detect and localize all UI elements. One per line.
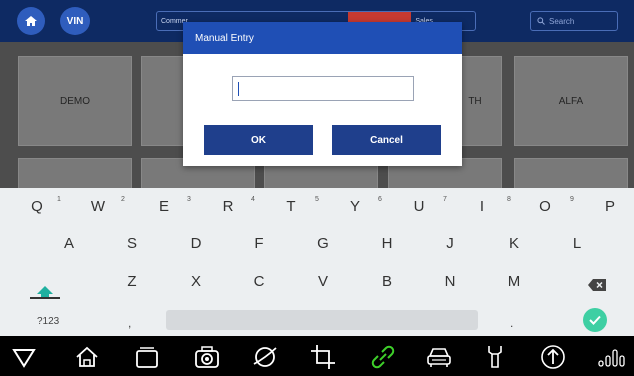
crop-icon[interactable]	[308, 342, 338, 372]
key-z[interactable]: Z	[117, 273, 147, 290]
search-input[interactable]: Search	[530, 11, 618, 31]
key-hint: 9	[570, 196, 574, 203]
wrench-icon[interactable]	[480, 342, 510, 372]
key-i[interactable]: I	[467, 198, 497, 215]
key-n[interactable]: N	[435, 273, 465, 290]
key-q[interactable]: Q	[22, 198, 52, 215]
comma-key[interactable]: ,	[128, 316, 131, 330]
search-placeholder: Search	[549, 16, 575, 26]
back-icon[interactable]	[9, 342, 39, 372]
shift-key-icon[interactable]	[30, 283, 60, 303]
key-l[interactable]: L	[562, 235, 592, 252]
ok-button[interactable]: OK	[204, 125, 313, 155]
system-nav-bar	[0, 336, 634, 376]
key-hint: 3	[187, 196, 191, 203]
home-button[interactable]	[17, 7, 45, 35]
key-w[interactable]: W	[83, 198, 113, 215]
key-d[interactable]: D	[181, 235, 211, 252]
key-o[interactable]: O	[530, 198, 560, 215]
key-v[interactable]: V	[308, 273, 338, 290]
symbols-key[interactable]: ?123	[37, 316, 59, 327]
ok-label: OK	[251, 134, 266, 146]
manual-entry-input[interactable]	[232, 76, 414, 101]
key-h[interactable]: H	[372, 235, 402, 252]
key-e[interactable]: E	[149, 198, 179, 215]
soft-keyboard: Q 1 W 2 E 3 R 4 T 5 Y 6 U 7 I 8 O 9 P A …	[0, 188, 634, 336]
key-hint: 4	[251, 196, 255, 203]
key-a[interactable]: A	[54, 235, 84, 252]
browser-icon[interactable]	[250, 342, 280, 372]
key-r[interactable]: R	[213, 198, 243, 215]
backspace-icon[interactable]	[587, 278, 607, 292]
key-u[interactable]: U	[404, 198, 434, 215]
camera-icon[interactable]	[192, 342, 222, 372]
key-s[interactable]: S	[117, 235, 147, 252]
car-icon[interactable]	[424, 342, 454, 372]
key-x[interactable]: X	[181, 273, 211, 290]
key-f[interactable]: F	[244, 235, 274, 252]
key-hint: 1	[57, 196, 61, 203]
link-icon[interactable]	[368, 342, 398, 372]
manual-entry-dialog: Manual Entry OK Cancel	[183, 22, 462, 166]
recents-icon[interactable]	[132, 342, 162, 372]
vin-label: VIN	[66, 15, 84, 27]
key-j[interactable]: J	[435, 235, 465, 252]
screen: VIN Commer Sales Search DEMO TH ALFA Man…	[0, 0, 634, 376]
period-key[interactable]: .	[510, 316, 513, 330]
key-hint: 5	[315, 196, 319, 203]
key-hint: 8	[507, 196, 511, 203]
checkmark-icon	[589, 315, 601, 325]
key-m[interactable]: M	[499, 273, 529, 290]
text-cursor	[238, 81, 239, 96]
search-icon	[537, 17, 545, 25]
vin-button[interactable]: VIN	[60, 7, 90, 35]
key-c[interactable]: C	[244, 273, 274, 290]
key-k[interactable]: K	[499, 235, 529, 252]
key-t[interactable]: T	[276, 198, 306, 215]
shift-underline	[30, 297, 60, 299]
key-hint: 7	[443, 196, 447, 203]
signal-icon[interactable]	[596, 342, 626, 372]
home-icon	[25, 16, 37, 26]
cancel-label: Cancel	[370, 134, 403, 146]
cancel-button[interactable]: Cancel	[332, 125, 441, 155]
space-bar[interactable]	[166, 310, 478, 330]
home-icon[interactable]	[72, 342, 102, 372]
key-b[interactable]: B	[372, 273, 402, 290]
key-y[interactable]: Y	[340, 198, 370, 215]
key-g[interactable]: G	[308, 235, 338, 252]
upload-icon[interactable]	[538, 342, 568, 372]
key-p[interactable]: P	[595, 198, 625, 215]
dialog-title: Manual Entry	[183, 22, 462, 54]
key-hint: 2	[121, 196, 125, 203]
key-hint: 6	[378, 196, 382, 203]
done-key[interactable]	[583, 308, 607, 332]
